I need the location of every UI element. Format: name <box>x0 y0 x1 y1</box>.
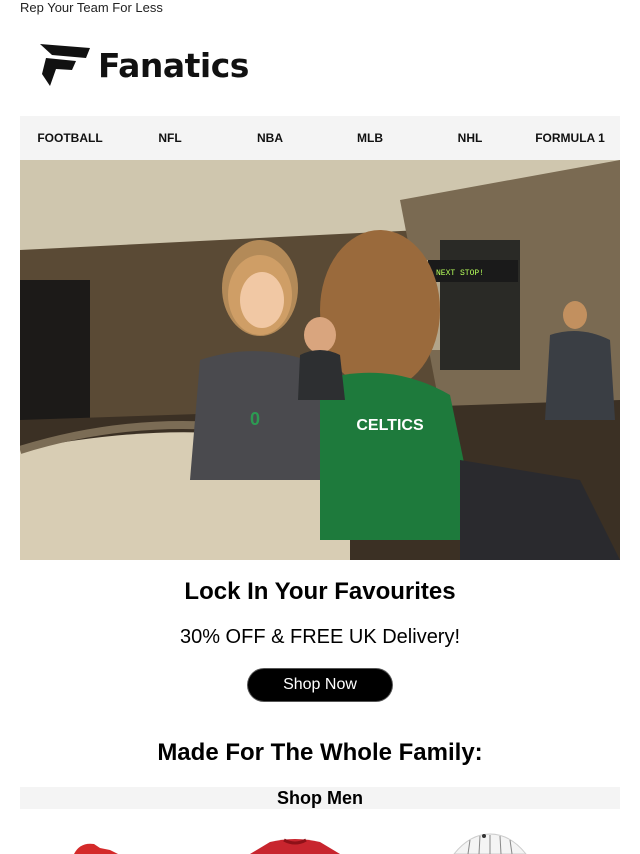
product-white-jersey[interactable] <box>440 828 540 854</box>
preheader-text: Rep Your Team For Less <box>20 0 163 15</box>
nav-mlb[interactable]: MLB <box>320 116 420 160</box>
shop-now-button[interactable]: Shop Now <box>248 669 392 701</box>
category-nav: FOOTBALL NFL NBA MLB NHL FORMULA 1 <box>20 116 620 160</box>
offer-text: 30% OFF & FREE UK Delivery! <box>179 626 461 648</box>
nav-nfl[interactable]: NFL <box>120 116 220 160</box>
nav-football[interactable]: FOOTBALL <box>20 116 120 160</box>
family-heading: Made For The Whole Family: <box>157 739 483 766</box>
fanatics-f-logo-icon <box>40 44 90 86</box>
next-stop-sign: NEXT STOP! <box>436 269 484 278</box>
product-red-jersey[interactable] <box>240 828 350 854</box>
svg-text:CELTICS: CELTICS <box>356 417 424 434</box>
fanatics-logo[interactable]: Fanatics <box>40 44 249 86</box>
brand-name: Fanatics <box>98 45 249 85</box>
nav-formula-1[interactable]: FORMULA 1 <box>520 116 620 160</box>
shop-men-link[interactable]: Shop Men <box>20 787 620 809</box>
nav-nhl[interactable]: NHL <box>420 116 520 160</box>
hero-headline: Lock In Your Favourites <box>184 578 456 605</box>
hero-image[interactable]: NEXT STOP! 0 CELTICS <box>20 160 620 560</box>
product-red-cap[interactable] <box>70 828 130 854</box>
svg-text:0: 0 <box>250 409 260 429</box>
nav-nba[interactable]: NBA <box>220 116 320 160</box>
